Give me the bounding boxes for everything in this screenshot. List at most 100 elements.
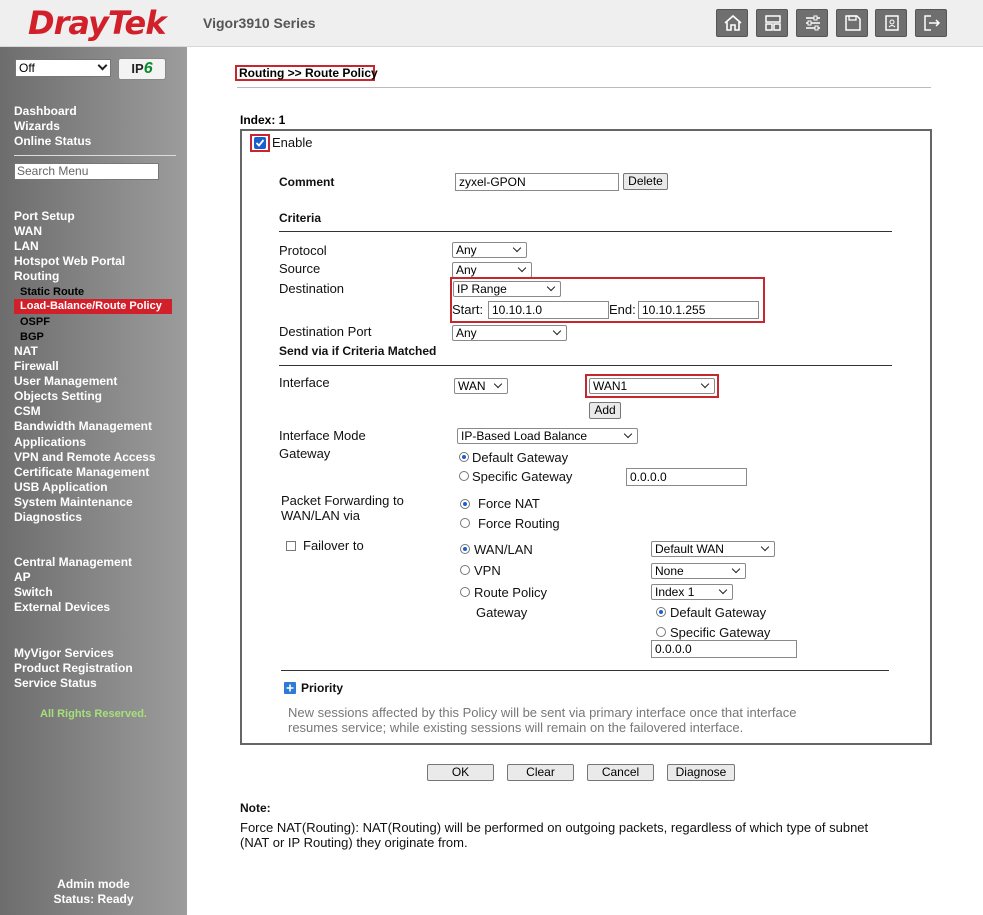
end-label: End: [609, 302, 636, 317]
nav-ap[interactable]: AP [14, 570, 31, 585]
force-nat-radio[interactable] [460, 499, 470, 509]
interface-type-select[interactable]: WAN [454, 378, 508, 394]
failover-gateway-ip-input[interactable]: 0.0.0.0 [651, 640, 797, 658]
contacts-button[interactable] [875, 9, 907, 37]
note-text-1: Force NAT(Routing): NAT(Routing) will be… [240, 820, 869, 835]
mode-select[interactable]: Off [15, 59, 111, 77]
save-button[interactable] [836, 9, 868, 37]
nav-lan[interactable]: LAN [14, 239, 39, 254]
add-button[interactable]: Add [589, 402, 621, 419]
interface-select[interactable]: WAN1 [589, 378, 715, 394]
source-select[interactable]: Any [452, 262, 532, 278]
ipv6-button[interactable]: IP6 [118, 58, 166, 80]
nav-myvigor[interactable]: MyVigor Services [14, 646, 114, 661]
nav-wizards[interactable]: Wizards [14, 119, 60, 134]
nav-certificate[interactable]: Certificate Management [14, 465, 149, 480]
dashboard-button[interactable] [756, 9, 788, 37]
draytek-logo: DrayTek [28, 4, 166, 42]
nav-bandwidth[interactable]: Bandwidth Management [14, 419, 152, 434]
enable-label: Enable [272, 135, 313, 150]
home-button[interactable] [716, 9, 748, 37]
rights-text: All Rights Reserved. [40, 708, 147, 720]
force-routing-label: Force Routing [478, 516, 560, 531]
failover-wanlan-select[interactable]: Default WAN [651, 541, 775, 557]
diagnose-button[interactable]: Diagnose [667, 764, 735, 781]
expand-icon[interactable] [284, 682, 296, 694]
failover-checkbox[interactable] [286, 541, 296, 551]
failover-route-policy-select[interactable]: Index 1 [651, 584, 733, 600]
delete-button[interactable]: Delete [623, 173, 668, 190]
logout-button[interactable] [915, 9, 947, 37]
nav-load-balance[interactable]: Load-Balance/Route Policy [14, 299, 172, 314]
interface-mode-select[interactable]: IP-Based Load Balance [457, 428, 638, 444]
nav-product-registration[interactable]: Product Registration [14, 661, 133, 676]
failover-specific-gateway-radio[interactable] [656, 627, 666, 637]
nav-wan[interactable]: WAN [14, 224, 42, 239]
chevron-down-icon [731, 564, 741, 574]
ok-button[interactable]: OK [427, 764, 494, 781]
nav-diagnostics[interactable]: Diagnostics [14, 510, 82, 525]
nav-csm[interactable]: CSM [14, 404, 41, 419]
cancel-button[interactable]: Cancel [587, 764, 654, 781]
nav-central-management[interactable]: Central Management [14, 555, 132, 570]
comment-input[interactable]: zyxel-GPON [455, 173, 619, 191]
failover-route-policy-radio[interactable] [460, 587, 470, 597]
chevron-down-icon [512, 243, 522, 253]
protocol-select[interactable]: Any [452, 242, 527, 258]
failover-specific-gateway-label: Specific Gateway [670, 625, 771, 640]
enable-checkbox[interactable] [254, 137, 266, 149]
logout-icon [924, 15, 941, 31]
note-text-2: (NAT or IP Routing) they originate from. [240, 835, 468, 850]
packet-forwarding-label-1: Packet Forwarding to [281, 493, 404, 508]
start-ip-input[interactable]: 10.10.1.0 [488, 301, 609, 319]
nav-hotspot[interactable]: Hotspot Web Portal [14, 254, 125, 269]
end-ip-input[interactable]: 10.10.1.255 [638, 301, 759, 319]
nav-system-maintenance[interactable]: System Maintenance [14, 495, 133, 510]
specific-gateway-radio[interactable] [459, 471, 469, 481]
nav-switch[interactable]: Switch [14, 585, 53, 600]
dest-port-select[interactable]: Any [452, 325, 567, 341]
interface-mode-label: Interface Mode [279, 428, 366, 443]
priority-title: Priority [301, 681, 344, 695]
failover-vpn-radio[interactable] [460, 565, 470, 575]
destination-select[interactable]: IP Range [453, 281, 561, 297]
settings-button[interactable] [796, 9, 828, 37]
nav-bgp[interactable]: BGP [20, 330, 44, 345]
gateway-ip-input[interactable]: 0.0.0.0 [626, 468, 747, 486]
nav-vpn[interactable]: VPN and Remote Access [14, 450, 156, 465]
nav-usb[interactable]: USB Application [14, 480, 108, 495]
sidebar-divider [14, 155, 176, 156]
nav-objects-setting[interactable]: Objects Setting [14, 389, 102, 404]
specific-gateway-label: Specific Gateway [472, 469, 573, 484]
top-bar: DrayTek Vigor3910 Series [0, 0, 983, 47]
failover-wanlan-radio[interactable] [460, 544, 470, 554]
admin-mode-text: Admin mode [57, 877, 130, 891]
clear-button[interactable]: Clear [507, 764, 574, 781]
search-menu-input[interactable]: Search Menu [14, 163, 159, 180]
failover-route-policy-label: Route Policy [474, 585, 547, 600]
protocol-label: Protocol [279, 243, 327, 258]
start-label: Start: [452, 302, 484, 317]
nav-online-status[interactable]: Online Status [14, 134, 91, 149]
nav-firewall[interactable]: Firewall [14, 359, 59, 374]
nav-ospf[interactable]: OSPF [20, 315, 50, 330]
nav-routing[interactable]: Routing [14, 269, 59, 284]
status-text: Status: Ready [53, 892, 134, 906]
default-gateway-radio[interactable] [459, 452, 469, 462]
checkmark-icon [255, 139, 265, 147]
dashboard-icon [765, 15, 781, 31]
force-routing-radio[interactable] [460, 518, 470, 528]
failover-default-gateway-radio[interactable] [656, 607, 666, 617]
nav-service-status[interactable]: Service Status [14, 676, 97, 691]
nav-dashboard[interactable]: Dashboard [14, 104, 77, 119]
nav-static-route[interactable]: Static Route [20, 285, 84, 300]
nav-applications[interactable]: Applications [14, 435, 86, 450]
nav-user-management[interactable]: User Management [14, 374, 117, 389]
breadcrumb: Routing >> Route Policy [239, 66, 378, 80]
priority-divider [281, 670, 889, 671]
failover-vpn-select[interactable]: None [651, 563, 746, 579]
nav-port-setup[interactable]: Port Setup [14, 209, 75, 224]
nav-external-devices[interactable]: External Devices [14, 600, 110, 615]
nav-nat[interactable]: NAT [14, 344, 38, 359]
chevron-down-icon [517, 263, 527, 273]
